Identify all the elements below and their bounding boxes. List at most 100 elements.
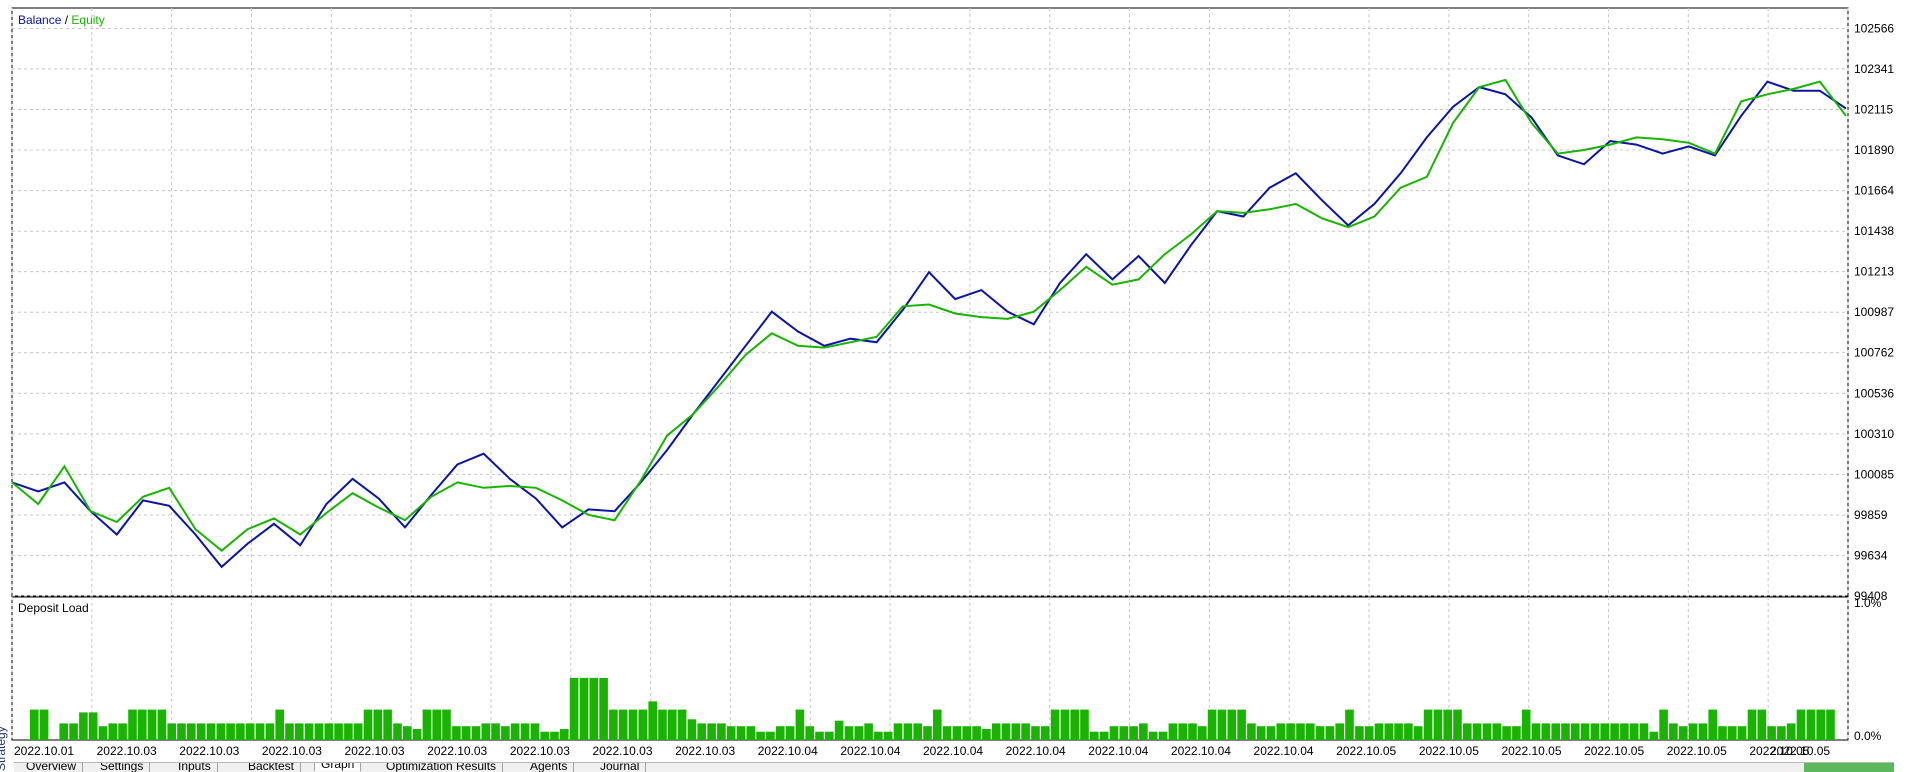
deposit-load-bar [1011, 723, 1021, 740]
deposit-load-bar [344, 723, 353, 740]
deposit-load-bar [1826, 709, 1835, 740]
deposit-load-bar [30, 709, 39, 740]
deposit-load-bar [1786, 723, 1796, 740]
deposit-load-bar [304, 723, 314, 740]
deposit-load-bar [471, 726, 481, 740]
y-tick-label: 102566 [1854, 21, 1894, 35]
y-tick-label: 100762 [1854, 346, 1894, 360]
x-tick-label: 2022.10.03 [592, 744, 652, 758]
deposit-load-bar [736, 726, 746, 740]
deposit-load-bar [1001, 723, 1011, 740]
x-tick-label: 2022.10.05 [1419, 744, 1479, 758]
deposit-load-bar [1718, 726, 1727, 740]
deposit-load-panel: 1.0% 0.0% Deposit Load [11, 596, 1882, 743]
deposit-load-bar [874, 731, 883, 740]
deposit-load-bar [1306, 723, 1315, 740]
deposit-load-bar [1777, 726, 1786, 740]
deposit-load-bar [1659, 709, 1668, 740]
deposit-load-bar [1247, 723, 1256, 740]
deposit-load-bar [245, 723, 255, 740]
tab-graph[interactable]: Graph [314, 763, 362, 771]
y-tick-label: 100085 [1854, 467, 1894, 481]
x-tick-label: 2022.10.04 [1006, 744, 1066, 758]
deposit-load-bar [1041, 726, 1050, 740]
deposit-load-bar [1178, 723, 1187, 740]
x-tick-label: 2022.10.05 [1667, 744, 1727, 758]
deposit-load-bar [687, 719, 697, 740]
x-axis-labels: 2022.10.01 2022.10.03 2022.10.03 2022.10.03… [14, 744, 1830, 758]
deposit-load-bar [962, 726, 971, 740]
x-tick-label: 2022.10.04 [1171, 744, 1231, 758]
deposit-load-bar [1639, 723, 1649, 740]
deposit-load-bar [128, 709, 137, 740]
deposit-load-bar [1256, 726, 1266, 740]
deposit-load-bar [1060, 709, 1070, 740]
deposit-load-bar [393, 723, 402, 740]
deposit-load-bar [1521, 709, 1531, 740]
deposit-load-bar [1129, 726, 1138, 740]
deposit-load-bar [59, 723, 68, 740]
x-tick-label: 2022.10.03 [97, 744, 157, 758]
deposit-load-bar [618, 709, 628, 740]
deposit-load-bar [1168, 723, 1178, 740]
y-tick-label: 100536 [1854, 386, 1894, 400]
deposit-load-bar [1531, 723, 1541, 740]
deposit-load-bar [1551, 723, 1560, 740]
y-tick-label: 101890 [1854, 143, 1894, 157]
deposit-load-bar [324, 723, 334, 740]
balance-equity-frame [11, 7, 1849, 597]
deposit-load-bar [187, 723, 196, 740]
deposit-load-bar [834, 720, 844, 740]
deposit-load-bar [1148, 731, 1158, 740]
deposit-load-bar [1090, 731, 1099, 740]
deposit-load-bar [1472, 723, 1482, 740]
deposit-load-bar [1050, 709, 1060, 740]
deposit-load-bar [854, 726, 864, 740]
deposit-load-bar [1463, 723, 1472, 740]
deposit-load-bar [1276, 723, 1286, 740]
deposit-load-bar [540, 731, 549, 740]
deposit-load-bar [1109, 726, 1119, 740]
deposit-load-bar [972, 726, 981, 740]
x-tick-label: 2022.10.03 [345, 744, 405, 758]
legend-balance: Balance [18, 13, 62, 27]
deposit-load-bar [697, 723, 706, 740]
deposit-load-bar [1217, 709, 1227, 740]
deposit-load-bar [1423, 709, 1433, 740]
deposit-load-bar [383, 709, 392, 740]
y-tick-label: 101213 [1854, 265, 1894, 279]
deposit-load-bar [1708, 709, 1717, 740]
deposit-load-bar [1747, 709, 1757, 740]
y-tick-label: 102341 [1854, 62, 1894, 76]
y-tick-label: 0.0% [1854, 729, 1882, 743]
deposit-load-bar [1571, 723, 1580, 740]
deposit-load-bar [776, 726, 785, 740]
x-tick-label: 2022.10.03 [179, 744, 239, 758]
deposit-load-bar [412, 729, 422, 740]
deposit-load-bar [1070, 709, 1079, 740]
deposit-load-bar [314, 723, 324, 740]
deposit-load-bar [677, 709, 687, 740]
deposit-load-bar [1669, 723, 1678, 740]
deposit-load-title: Deposit Load [18, 601, 89, 615]
deposit-load-bar [991, 723, 1001, 740]
deposit-load-bar [1198, 726, 1207, 740]
deposit-load-bar [481, 723, 491, 740]
x-tick-label: 2022.10.03 [675, 744, 735, 758]
deposit-load-bar [285, 723, 294, 740]
deposit-load-bar [1345, 709, 1354, 740]
deposit-load-bar [1315, 726, 1325, 740]
deposit-load-bar [147, 709, 157, 740]
deposit-load-bar [1600, 723, 1609, 740]
deposit-load-bar [353, 723, 363, 740]
x-tick-label: 2022.10.05 [1336, 744, 1396, 758]
deposit-load-bar [363, 709, 373, 740]
y-tick-label: 101664 [1854, 184, 1894, 198]
deposit-load-bar [913, 723, 922, 740]
deposit-load-bar [255, 723, 265, 740]
x-tick-label: 2022.10.03 [510, 744, 570, 758]
deposit-load-bar [206, 723, 216, 740]
deposit-load-bar [1394, 723, 1403, 740]
deposit-load-bar [1512, 726, 1521, 740]
y-tick-label: 102115 [1854, 103, 1893, 117]
